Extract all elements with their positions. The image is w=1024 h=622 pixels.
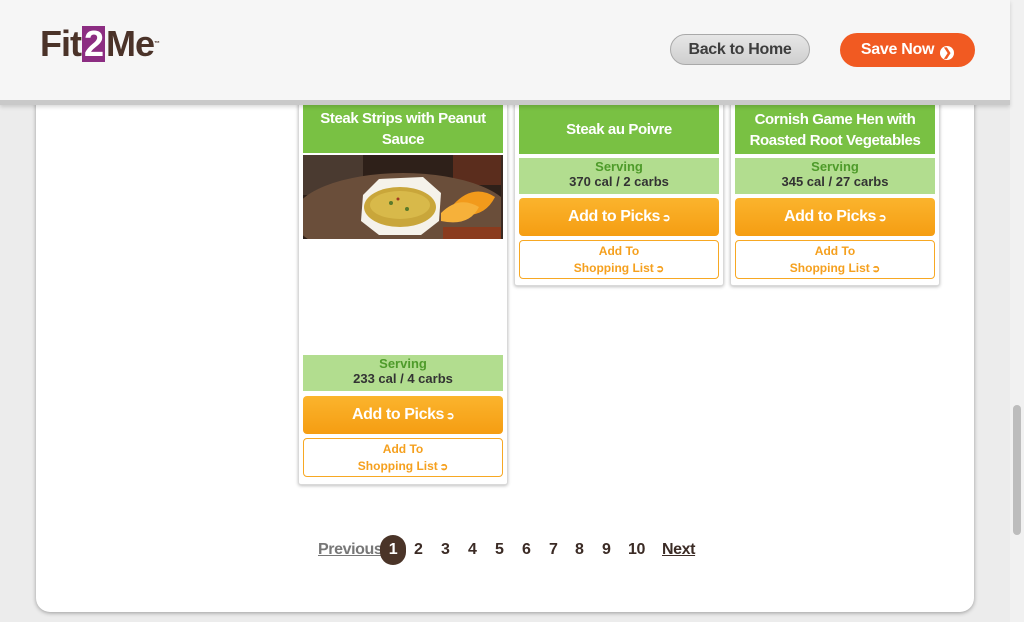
serving-info: Serving 233 cal / 4 carbs (303, 355, 503, 391)
add-to-list-line2: Shopping List (357, 459, 438, 473)
sign-in-icon: ➲ (662, 213, 671, 224)
sign-in-icon: ➲ (655, 264, 665, 275)
add-to-picks-label: Add to Picks (567, 208, 661, 225)
add-to-list-line1: Add To (814, 244, 856, 258)
save-now-button[interactable]: Save Now ❯ (840, 33, 975, 67)
add-to-list-line2: Shopping List (573, 261, 654, 275)
recipe-card: Steak Strips with Peanut Sauce Serving 2… (298, 100, 508, 485)
serving-label: Serving (811, 159, 859, 174)
previous-page-link[interactable]: Previous (318, 535, 383, 565)
scrollbar-thumb[interactable] (1013, 405, 1021, 535)
recipe-title[interactable]: Steak Strips with Peanut Sauce (303, 105, 503, 153)
page-link[interactable]: 7 (549, 535, 558, 565)
logo-text-fit: Fit (40, 23, 82, 64)
add-to-shopping-list-button[interactable]: Add To Shopping List ➲ (519, 240, 719, 279)
serving-label: Serving (379, 356, 427, 371)
fit2me-logo[interactable]: Fit2Me™ (40, 24, 160, 64)
back-to-home-button[interactable]: Back to Home (670, 34, 810, 65)
chevron-right-icon: ❯ (940, 46, 955, 60)
sign-in-icon: ➲ (871, 264, 881, 275)
sign-in-icon: ➲ (446, 411, 455, 422)
page-link[interactable]: 5 (495, 535, 504, 565)
logo-trademark: ™ (154, 41, 161, 47)
recipe-card: Steak au Poivre Serving 370 cal / 2 carb… (514, 100, 724, 286)
add-to-picks-label: Add to Picks (351, 406, 445, 423)
sign-in-icon: ➲ (878, 213, 887, 224)
recipe-title[interactable]: Steak au Poivre (519, 105, 719, 154)
add-to-picks-label: Add to Picks (783, 208, 877, 225)
serving-info: Serving 370 cal / 2 carbs (519, 158, 719, 194)
page-link[interactable]: 9 (602, 535, 611, 565)
page-link[interactable]: 3 (441, 535, 450, 565)
serving-value: 370 cal / 2 carbs (569, 174, 669, 189)
page-link[interactable]: 4 (468, 535, 477, 565)
save-now-label: Save Now (860, 41, 935, 58)
page-link[interactable]: 6 (522, 535, 531, 565)
add-to-list-line1: Add To (598, 244, 640, 258)
recipe-card: Cornish Game Hen with Roasted Root Veget… (730, 100, 940, 286)
add-to-list-line1: Add To (382, 442, 424, 456)
page-link[interactable]: 10 (628, 535, 645, 565)
logo-text-me: Me (106, 23, 155, 64)
logo-text-2: 2 (81, 23, 106, 64)
serving-value: 233 cal / 4 carbs (353, 371, 453, 386)
add-to-shopping-list-button[interactable]: Add To Shopping List ➲ (303, 438, 503, 477)
serving-info: Serving 345 cal / 27 carbs (735, 158, 935, 194)
add-to-shopping-list-button[interactable]: Add To Shopping List ➲ (735, 240, 935, 279)
add-to-picks-button[interactable]: Add to Picks ➲ (519, 198, 719, 236)
page-link[interactable]: 2 (414, 535, 423, 565)
recipe-photo[interactable] (303, 155, 503, 239)
site-header: Fit2Me™ Back to Home Save Now ❯ (0, 0, 1010, 105)
add-to-list-line2: Shopping List (789, 261, 870, 275)
add-to-picks-button[interactable]: Add to Picks ➲ (303, 396, 503, 434)
sign-in-icon: ➲ (439, 462, 449, 473)
serving-label: Serving (595, 159, 643, 174)
add-to-picks-button[interactable]: Add to Picks ➲ (735, 198, 935, 236)
serving-value: 345 cal / 27 carbs (781, 174, 889, 189)
next-page-link[interactable]: Next (662, 535, 695, 565)
recipe-title[interactable]: Cornish Game Hen with Roasted Root Veget… (735, 105, 935, 154)
page-link-current[interactable]: 1 (380, 535, 406, 565)
page-link[interactable]: 8 (575, 535, 584, 565)
